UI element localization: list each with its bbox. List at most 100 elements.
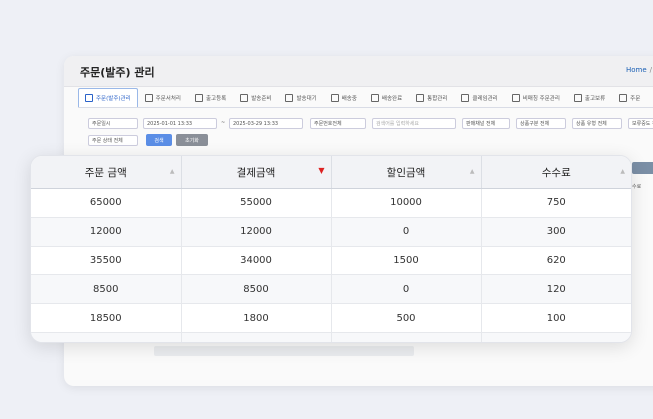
product-type-select[interactable]: 상품구분 전체: [516, 118, 566, 129]
column-order-amount[interactable]: 주문 금액 ▲: [31, 156, 182, 189]
tab-order-more[interactable]: 주문: [612, 88, 647, 108]
trash-icon: [619, 94, 628, 102]
order-amount-cell: 35500: [31, 246, 182, 276]
table-row[interactable]: 65000 55000 10000 750: [31, 188, 631, 218]
calendar-icon: [511, 94, 520, 102]
tab-unmatched[interactable]: 비매칭 주문관리: [505, 88, 567, 108]
tab-shipping-prep[interactable]: 발송준비: [233, 88, 278, 108]
table-row[interactable]: 12000 12000 0 300: [31, 217, 631, 247]
discount-amount-cell: 1500: [331, 246, 482, 276]
date-to-input[interactable]: 2025-03-29 13:33: [229, 118, 303, 129]
bike-icon: [194, 94, 203, 102]
tab-label: 배송완료: [381, 96, 403, 102]
channel-select[interactable]: 판매채널 전체: [462, 118, 510, 129]
fee-cell: 300: [481, 217, 631, 247]
tab-shipment-hold[interactable]: 출고보류: [567, 88, 612, 108]
order-amount-cell: 45250: [31, 332, 182, 342]
column-payment-amount[interactable]: 결제금액 ▼: [181, 156, 332, 189]
table-row[interactable]: 8500 8500 0 120: [31, 274, 631, 305]
discount-amount-cell: 10000: [331, 188, 482, 218]
payment-amount-cell: 8500: [181, 274, 332, 305]
tab-label: 통합관리: [427, 96, 448, 102]
breadcrumb-separator: /: [649, 66, 653, 74]
tab-order-management[interactable]: 주문(발주)관리: [78, 88, 138, 107]
date-type-select[interactable]: 주문일시: [88, 118, 138, 129]
search-button[interactable]: 검색: [146, 134, 172, 146]
breadcrumb-home-link[interactable]: Home: [626, 66, 647, 74]
table-header-row: 주문 금액 ▲ 결제금액 ▼ 할인금액 ▲ 수수료 ▲: [31, 156, 631, 189]
table-row[interactable]: 45250420003250450: [31, 332, 631, 342]
tab-label: 출고등록: [205, 96, 227, 102]
order-amount-cell: 8500: [31, 274, 182, 305]
payment-amount-cell: 55000: [181, 188, 332, 218]
tab-order-processing[interactable]: 주문서처리: [138, 88, 188, 108]
tab-integrated[interactable]: 통합관리: [409, 88, 454, 108]
side-label: 수료: [632, 184, 642, 190]
breadcrumb: Home /: [626, 66, 652, 74]
discount-amount-cell: 0: [331, 217, 482, 247]
order-amount-cell: 65000: [31, 188, 182, 218]
amount-table: 주문 금액 ▲ 결제금액 ▼ 할인금액 ▲ 수수료 ▲ 65000 55000 10000 7…: [31, 156, 631, 342]
tab-label: 발송준비: [251, 96, 272, 102]
gear-icon: [416, 94, 425, 102]
list-icon: [144, 94, 153, 102]
order-amount-cell: 18500: [31, 303, 182, 333]
table-row[interactable]: 18500 1800 500 100: [31, 303, 631, 333]
tab-label: 발송대기: [296, 96, 317, 102]
page-title: 주문(발주) 관리: [80, 66, 155, 79]
column-label: 수수료: [541, 166, 571, 179]
column-label: 할인금액: [386, 166, 426, 179]
product-kind-select[interactable]: 상품 유형 전체: [572, 118, 622, 129]
column-label: 결제금액: [236, 166, 276, 179]
tab-label: 배송중: [341, 96, 357, 102]
payment-amount-cell: 34000: [181, 246, 332, 276]
column-discount-amount[interactable]: 할인금액 ▲: [331, 156, 482, 189]
panel-header: 주문(발주) 관리 Home /: [64, 56, 653, 87]
date-from-input[interactable]: 2025-01-01 13:33: [143, 118, 217, 129]
sort-icon[interactable]: ▲: [620, 168, 625, 175]
cart-icon: [85, 94, 93, 102]
tab-in-delivery[interactable]: 배송중: [324, 88, 364, 108]
tab-label: 주문: [630, 96, 641, 102]
fee-cell: 450: [481, 332, 631, 342]
tab-claims[interactable]: 클레임관리: [454, 88, 504, 108]
reset-button[interactable]: 초기화: [176, 134, 208, 146]
excel-download-button[interactable]: [632, 162, 653, 174]
truck-icon: [240, 94, 249, 102]
discount-amount-cell: 3250: [331, 332, 482, 342]
keyword-input[interactable]: 검색어를 입력하세요: [372, 118, 456, 129]
table-row[interactable]: 35500 34000 1500 620: [31, 246, 631, 276]
payment-amount-cell: 1800: [181, 303, 332, 333]
fee-cell: 750: [481, 188, 631, 218]
payment-amount-cell: 12000: [181, 217, 332, 247]
tab-label: 클레임관리: [472, 96, 498, 102]
extra-select[interactable]: 보류중도 전체: [628, 118, 653, 129]
document-icon: [461, 94, 470, 102]
fee-cell: 100: [481, 303, 631, 333]
tab-label: 출고보류: [584, 96, 606, 102]
discount-amount-cell: 0: [331, 274, 482, 305]
tab-shipping-wait[interactable]: 발송대기: [278, 88, 323, 108]
fee-cell: 620: [481, 246, 631, 276]
tab-label: 주문서처리: [155, 96, 181, 102]
fee-cell: 120: [481, 274, 631, 305]
date-separator: ~: [221, 120, 226, 126]
column-fee[interactable]: 수수료 ▲: [481, 156, 631, 189]
order-number-select[interactable]: 주문번호전체: [310, 118, 366, 129]
payment-amount-cell: 42000: [181, 332, 332, 342]
truck-icon: [285, 94, 294, 102]
truck-icon: [330, 94, 339, 102]
sort-desc-icon[interactable]: ▼: [318, 166, 324, 175]
order-amount-cell: 12000: [31, 217, 182, 247]
clock-icon: [573, 94, 582, 102]
background-placeholder: [154, 346, 414, 356]
order-status-select[interactable]: 주문 상태 전체: [88, 135, 138, 146]
tab-divider: [78, 107, 653, 108]
truck-icon: [370, 94, 379, 102]
tab-shipment-register[interactable]: 출고등록: [188, 88, 233, 108]
sort-icon[interactable]: ▲: [170, 168, 175, 175]
sort-icon[interactable]: ▲: [470, 168, 475, 175]
column-label: 주문 금액: [84, 166, 127, 179]
tab-delivered[interactable]: 배송완료: [364, 88, 409, 108]
tab-label: 주문(발주)관리: [96, 96, 131, 102]
